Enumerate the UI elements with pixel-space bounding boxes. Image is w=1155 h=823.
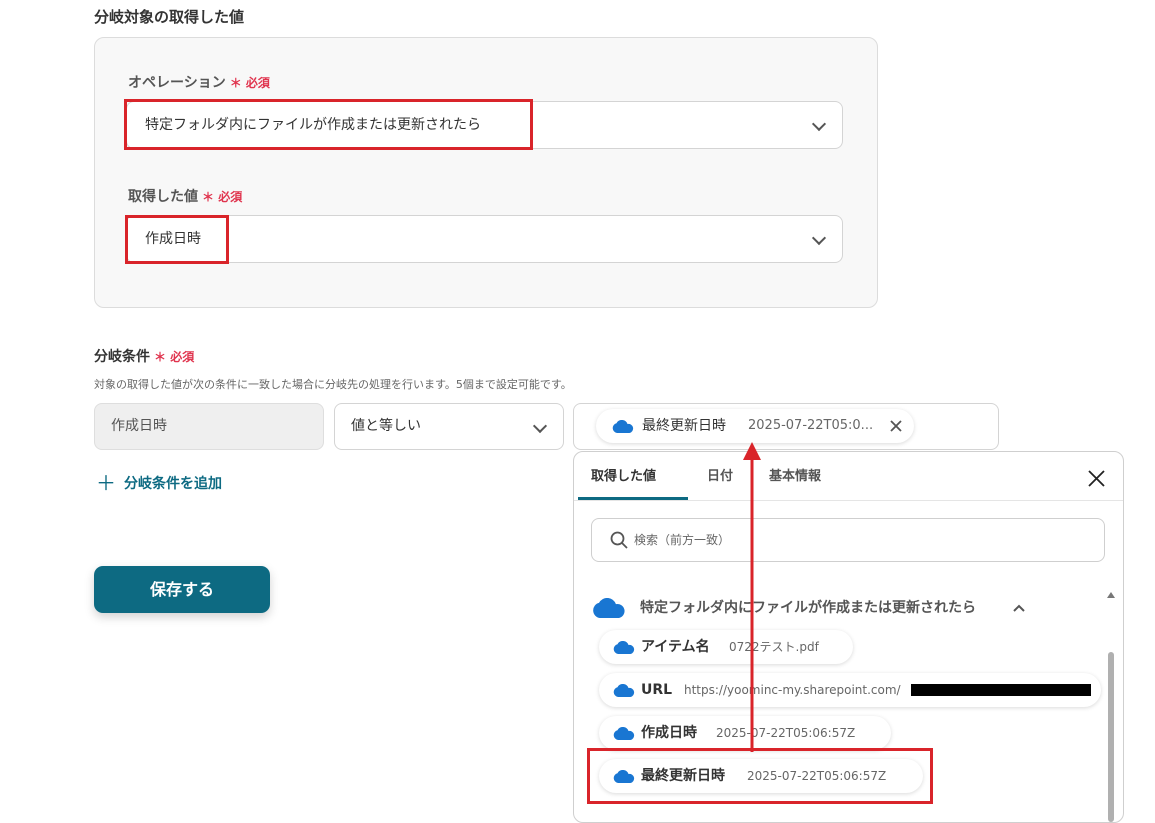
add-condition-label: 分岐条件を追加 (124, 476, 222, 492)
scrollbar-thumb[interactable] (1108, 652, 1114, 822)
add-condition-button[interactable]: ＋ 分岐条件を追加 (96, 467, 222, 496)
required-badge: ＊ 必須 (154, 350, 195, 364)
required-badge: ＊ 必須 (229, 76, 270, 90)
branch-conditions-title: 分岐条件 ＊ 必須 (94, 346, 194, 366)
highlight-box (124, 99, 533, 150)
tab-basic-info[interactable]: 基本情報 (769, 452, 821, 502)
chevron-down-icon (811, 116, 827, 132)
item-value: 2025-07-22T05:06:57Z (716, 726, 856, 740)
search-input[interactable]: 検索（前方一致） (591, 518, 1105, 562)
operation-label-text: オペレーション (128, 75, 226, 91)
list-item[interactable]: URL https://yoominc-my.sharepoint.com/ (599, 673, 1101, 707)
highlight-box (125, 215, 229, 264)
value-chip-value: 2025-07-22T05:0... (748, 418, 874, 433)
search-icon (610, 531, 628, 549)
close-icon[interactable] (890, 420, 902, 432)
cloud-icon (613, 727, 635, 740)
item-name: 作成日時 (641, 725, 697, 741)
branch-conditions-description: 対象の取得した値が次の条件に一致した場合に分岐先の処理を行います。5個まで設定可… (94, 378, 572, 391)
close-icon[interactable] (1088, 470, 1105, 487)
list-item[interactable]: アイテム名 0722テスト.pdf (599, 630, 853, 664)
cloud-icon (613, 684, 635, 697)
redaction-bar (911, 684, 1091, 696)
condition-field: 作成日時 (94, 403, 324, 450)
save-button[interactable]: 保存する (94, 566, 270, 613)
cloud-icon (593, 598, 625, 618)
plus-icon: ＋ (96, 471, 116, 495)
scroll-up-arrow[interactable] (1107, 584, 1115, 598)
required-text: 必須 (245, 76, 270, 90)
chevron-up-icon[interactable] (1013, 604, 1025, 612)
item-name: アイテム名 (641, 639, 710, 655)
chevron-down-icon (811, 230, 827, 246)
highlight-box (587, 748, 933, 804)
tab-divider (574, 500, 1123, 501)
annotation-arrow (743, 442, 761, 752)
tab-acquired-values[interactable]: 取得した値 (591, 452, 656, 502)
branch-target-title: 分岐対象の取得した値 (94, 8, 245, 26)
operation-label: オペレーション＊ 必須 (128, 72, 270, 92)
chevron-down-icon (532, 418, 548, 434)
value-chip-name: 最終更新日時 (642, 418, 726, 434)
item-value: https://yoominc-my.sharepoint.com/ (684, 683, 901, 697)
cloud-icon (612, 420, 634, 433)
cloud-icon (613, 641, 635, 654)
required-text: 必須 (218, 190, 243, 204)
required-badge: ＊ 必須 (202, 190, 243, 204)
branch-conditions-title-text: 分岐条件 (94, 349, 150, 365)
tab-date[interactable]: 日付 (707, 452, 733, 502)
condition-field-value: 作成日時 (111, 418, 167, 434)
condition-operator-select[interactable]: 値と等しい (334, 403, 564, 450)
acquired-value-label: 取得した値 ＊ 必須 (128, 186, 242, 206)
search-placeholder: 検索（前方一致） (634, 533, 731, 547)
acquired-value-label-text: 取得した値 (128, 189, 198, 205)
item-name: URL (641, 682, 673, 698)
group-title: 特定フォルダ内にファイルが作成または更新されたら (640, 600, 976, 616)
acquired-value-select[interactable]: 作成日時 (126, 215, 843, 263)
condition-operator-value: 値と等しい (351, 418, 421, 434)
required-text: 必須 (170, 350, 195, 364)
